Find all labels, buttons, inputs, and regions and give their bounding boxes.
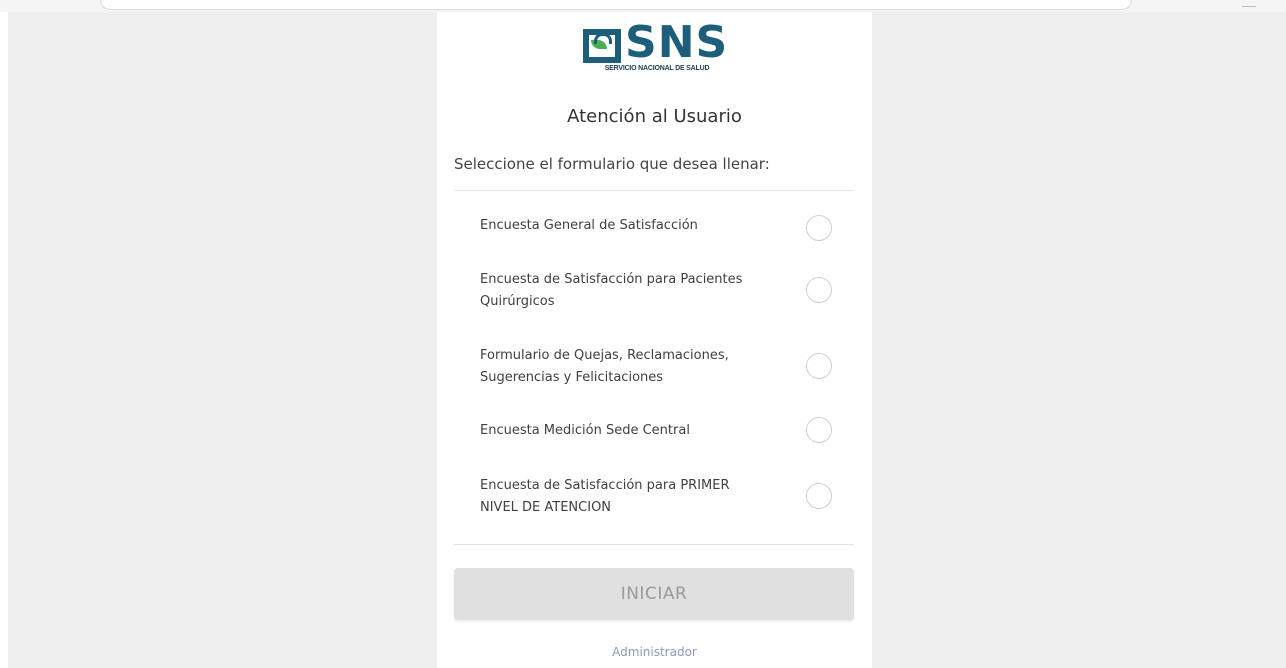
option-label: Encuesta de Satisfacción para Pacientes …	[480, 272, 743, 309]
admin-link[interactable]: Administrador	[437, 645, 872, 659]
browser-address-bar	[100, 0, 1132, 10]
option-quejas-reclamaciones[interactable]: Formulario de Quejas, Reclamaciones, Sug…	[480, 345, 832, 389]
option-label: Encuesta Medición Sede Central	[480, 423, 690, 438]
option-encuesta-general[interactable]: Encuesta General de Satisfacción	[480, 215, 832, 241]
option-label: Formulario de Quejas, Reclamaciones, Sug…	[480, 348, 729, 385]
browser-top-strip	[0, 0, 1286, 12]
bottom-divider	[454, 544, 854, 545]
radio-button[interactable]	[806, 353, 832, 379]
option-label: Encuesta de Satisfacción para PRIMER NIV…	[480, 478, 730, 515]
radio-button[interactable]	[806, 277, 832, 303]
option-primer-nivel[interactable]: Encuesta de Satisfacción para PRIMER NIV…	[480, 475, 832, 519]
top-divider	[454, 190, 854, 191]
radio-button[interactable]	[806, 215, 832, 241]
sns-logo: SNS SERVICIO NACIONAL DE SALUD	[579, 17, 735, 77]
option-sede-central[interactable]: Encuesta Medición Sede Central	[480, 417, 832, 443]
radio-button[interactable]	[806, 483, 832, 509]
window-control	[1242, 2, 1256, 7]
logo-subtitle: SERVICIO NACIONAL DE SALUD	[604, 65, 710, 72]
radio-button[interactable]	[806, 417, 832, 443]
option-label: Encuesta General de Satisfacción	[480, 218, 698, 233]
logo-wordmark: SNS	[625, 17, 729, 68]
sns-emblem-icon	[583, 29, 621, 63]
page-title: Atención al Usuario	[567, 106, 742, 127]
form-instruction: Seleccione el formulario que desea llena…	[454, 155, 770, 173]
form-selection-card: SNS SERVICIO NACIONAL DE SALUD Atención …	[437, 12, 872, 668]
start-button[interactable]: INICIAR	[454, 568, 854, 620]
option-pacientes-quirurgicos[interactable]: Encuesta de Satisfacción para Pacientes …	[480, 269, 832, 313]
